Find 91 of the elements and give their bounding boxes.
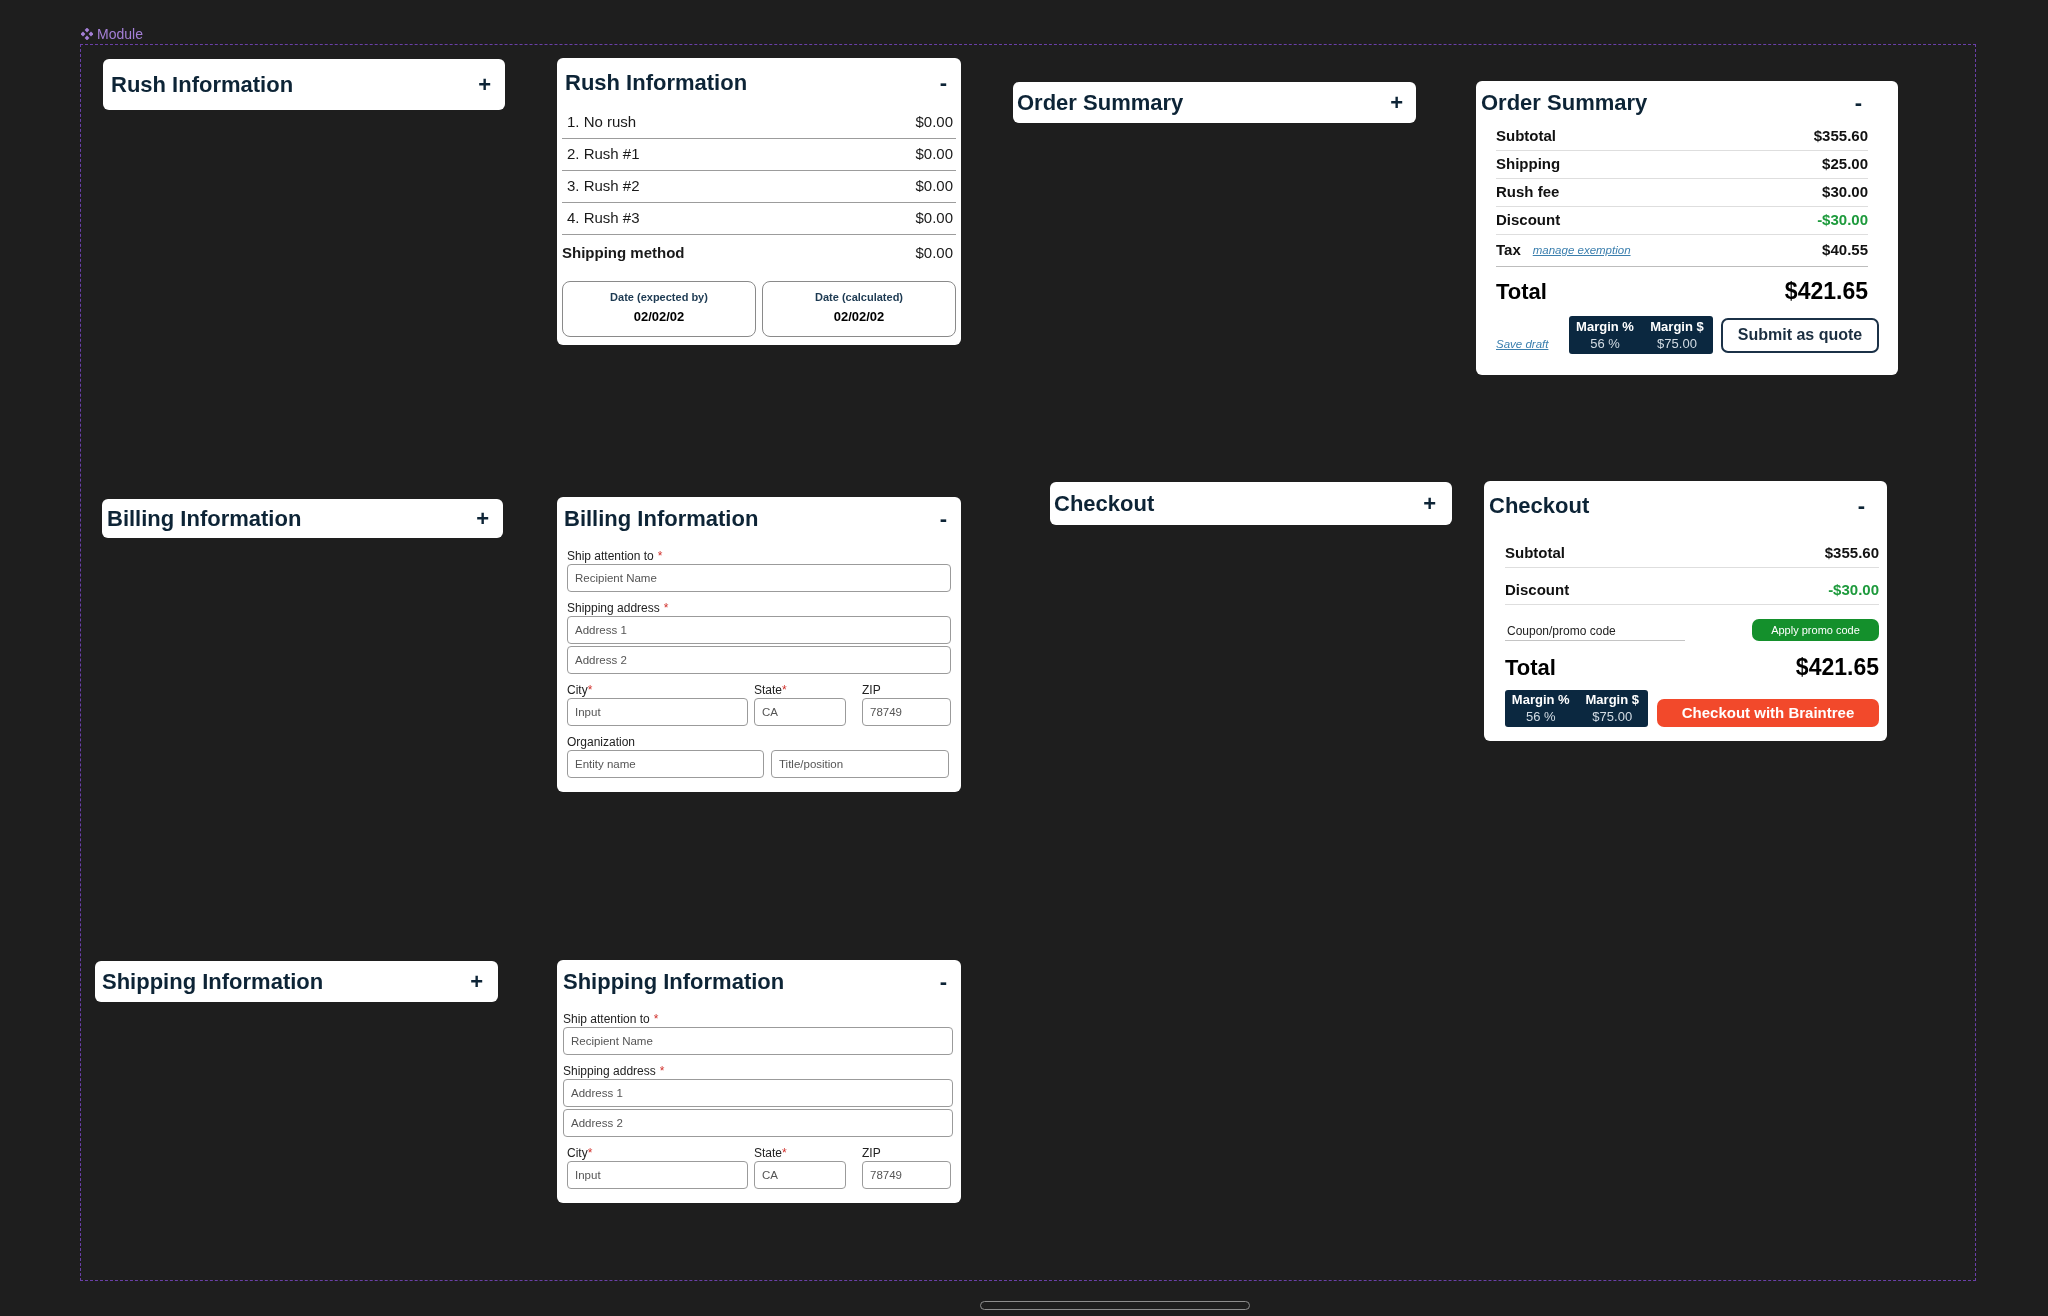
input-field[interactable]: CA [754, 1161, 846, 1189]
toggle-button[interactable]: - [1854, 88, 1862, 118]
date-value: 02/02/02 [633, 309, 685, 325]
option-label: 1. No rush [567, 112, 637, 133]
section-title: Shipping Information [102, 967, 324, 996]
field-label: ZIP [862, 1146, 881, 1160]
field-label: City* [567, 683, 593, 697]
input-field[interactable]: Address 2 [567, 646, 951, 674]
input-field[interactable]: Address 2 [563, 1109, 953, 1137]
summary-value: $355.60 [1813, 126, 1868, 147]
save-draft-link[interactable]: Save draft [1496, 337, 1549, 351]
input-field[interactable]: Recipient Name [567, 564, 951, 592]
manage-exemption-link[interactable]: manage exemption [1532, 241, 1631, 260]
summary-label: Shipping [1496, 154, 1561, 175]
toggle-button[interactable]: - [1857, 491, 1865, 521]
input-field[interactable]: Recipient Name [563, 1027, 953, 1055]
shipping-method-price: $0.00 [915, 242, 953, 263]
input-field[interactable]: Input [567, 1161, 748, 1189]
total-value: $421.65 [1795, 652, 1879, 682]
toggle-button[interactable]: + [1390, 87, 1403, 118]
toggle-button[interactable]: + [1423, 488, 1436, 519]
field-label: Ship attention to * [567, 549, 663, 563]
field-label: City* [567, 1146, 593, 1160]
field-label: State* [754, 1146, 787, 1160]
option-label: 4. Rush #3 [567, 208, 640, 229]
section-title: Order Summary [1017, 88, 1184, 117]
input-field[interactable]: Input [567, 698, 748, 726]
date-label: Date (expected by) [610, 290, 708, 304]
section-title: Order Summary [1481, 89, 1648, 117]
input-field[interactable]: Address 1 [563, 1079, 953, 1107]
date-value: 02/02/02 [833, 309, 885, 325]
checkout-button[interactable]: Checkout with Braintree [1657, 699, 1879, 727]
toggle-button[interactable]: - [939, 68, 947, 98]
input-field[interactable]: Address 1 [567, 616, 951, 644]
margin-label: Margin $ [1650, 318, 1704, 335]
summary-value: $355.60 [1824, 544, 1879, 562]
summary-label: Subtotal [1496, 126, 1556, 147]
section-title: Billing Information [564, 505, 759, 533]
margin-value: 56 % [1590, 334, 1620, 352]
summary-value: -$30.00 [1828, 581, 1879, 599]
summary-label: Tax [1496, 240, 1521, 261]
field-label: Ship attention to * [563, 1012, 659, 1026]
margin-value: $75.00 [1592, 708, 1633, 725]
apply-promo-button[interactable]: Apply promo code [1752, 619, 1879, 641]
section-title: Checkout [1489, 492, 1590, 520]
input-field[interactable]: CA [754, 698, 846, 726]
section-title: Checkout [1054, 489, 1155, 518]
field-label: ZIP [862, 683, 881, 697]
date-label: Date (calculated) [815, 290, 903, 304]
input-field[interactable]: 78749 [862, 698, 951, 726]
input-field[interactable]: 78749 [862, 1161, 951, 1189]
toggle-button[interactable]: - [939, 967, 947, 997]
summary-label: Rush fee [1496, 182, 1560, 203]
promo-code-field[interactable]: Coupon/promo code [1505, 621, 1685, 641]
field-label: Shipping address * [563, 1064, 665, 1078]
field-label: Organization [567, 735, 636, 749]
summary-value: $30.00 [1822, 182, 1868, 203]
summary-label: Discount [1505, 581, 1570, 599]
margin-label: Margin % [1511, 692, 1570, 708]
summary-value: $25.00 [1822, 154, 1868, 175]
summary-value: -$30.00 [1817, 210, 1868, 231]
total-value: $421.65 [1784, 276, 1868, 306]
field-label: State* [754, 683, 787, 697]
margin-value: $75.00 [1657, 334, 1697, 352]
summary-value: $40.55 [1822, 240, 1868, 261]
section-title: Rush Information [565, 69, 748, 97]
input-field[interactable]: Entity name [567, 750, 764, 778]
toggle-button[interactable]: - [939, 504, 947, 534]
margin-value: 56 % [1525, 708, 1556, 725]
total-label: Total [1496, 277, 1547, 306]
shipping-method-label: Shipping method [562, 242, 685, 263]
section-title: Shipping Information [563, 968, 785, 996]
total-label: Total [1505, 653, 1556, 682]
submit-quote-button[interactable]: Submit as quote [1721, 317, 1879, 353]
module-label: Module [97, 26, 143, 42]
option-price: $0.00 [915, 176, 953, 197]
margin-label: Margin $ [1585, 692, 1639, 708]
field-label: Shipping address * [567, 601, 669, 615]
option-label: 3. Rush #2 [567, 176, 640, 197]
toggle-button[interactable]: + [476, 503, 489, 534]
margin-label: Margin % [1576, 318, 1634, 335]
input-field[interactable]: Title/position [771, 750, 949, 778]
summary-label: Discount [1496, 210, 1561, 231]
option-price: $0.00 [915, 208, 953, 229]
option-price: $0.00 [915, 144, 953, 165]
component-icon [81, 28, 93, 40]
summary-label: Subtotal [1505, 544, 1565, 562]
toggle-button[interactable]: + [470, 966, 483, 997]
option-price: $0.00 [915, 112, 953, 133]
option-label: 2. Rush #1 [567, 144, 640, 165]
section-title: Billing Information [107, 504, 302, 533]
